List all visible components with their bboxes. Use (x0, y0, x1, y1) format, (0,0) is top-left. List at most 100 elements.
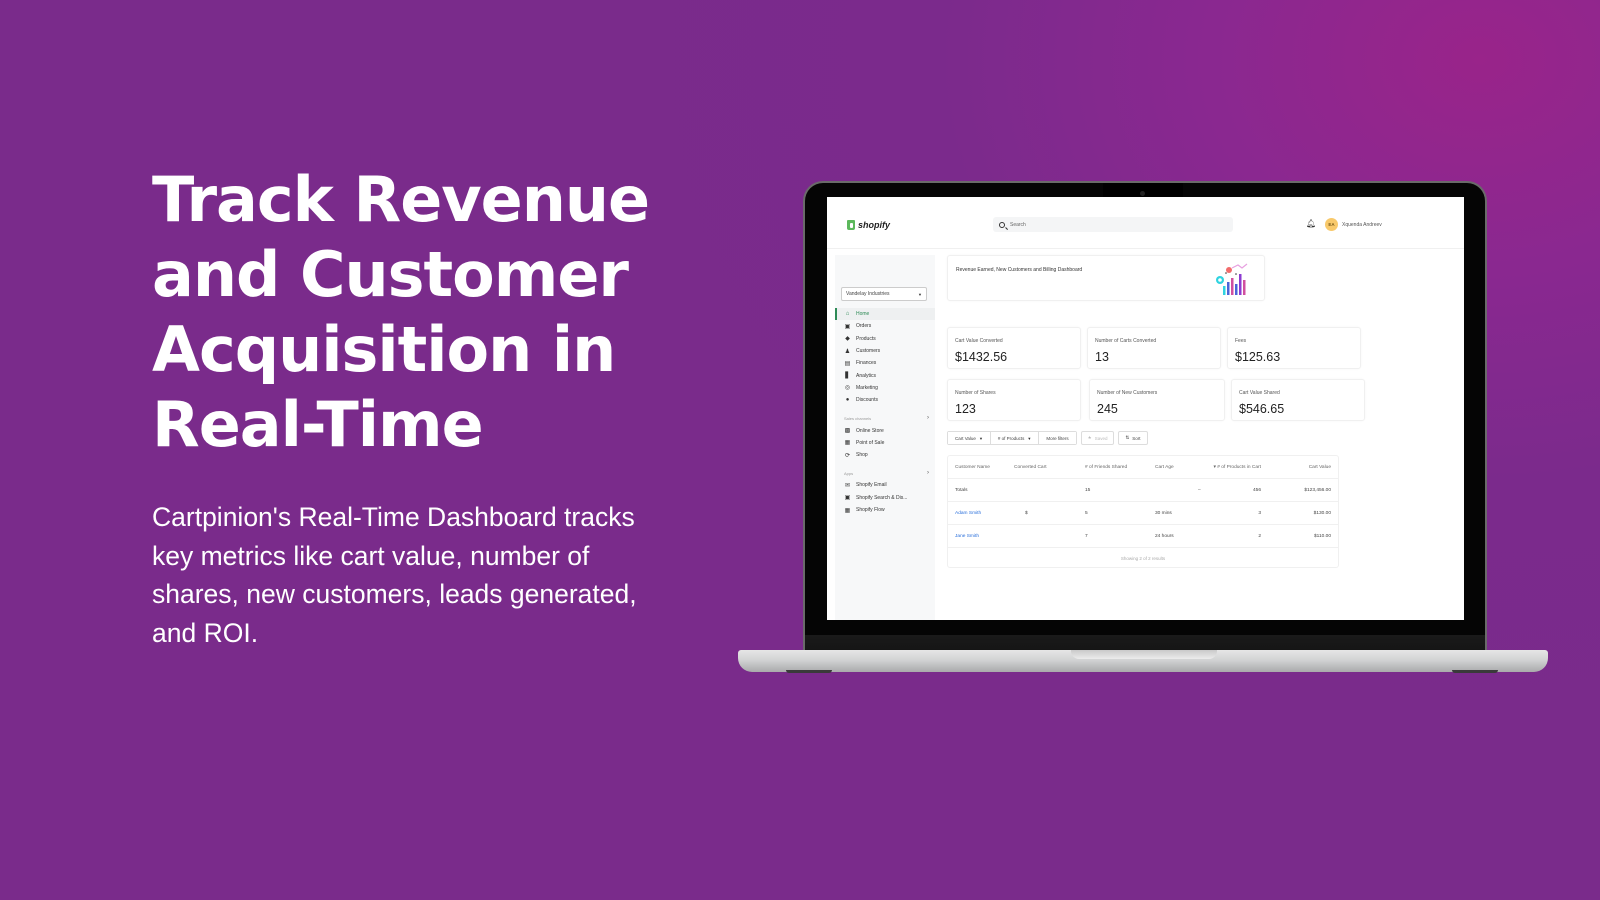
metric-value: 123 (955, 402, 976, 416)
camera-icon (1140, 191, 1145, 196)
chevron-down-icon: ▼ (918, 291, 922, 297)
inbox-icon: ▣ (844, 323, 851, 330)
email-icon: ✉ (844, 482, 851, 489)
sales-channels-header[interactable]: Sales channels › (835, 412, 935, 424)
filter-label: # of Products (997, 435, 1025, 441)
filter-label: More filters (1046, 435, 1069, 441)
customer-name-link[interactable]: Jane Smith (955, 534, 979, 539)
metric-card-carts-converted: Number of Carts Converted 13 (1087, 327, 1221, 369)
dashboard-banner: Revenue Earned, New Customers and Billin… (947, 255, 1265, 301)
metric-card-shares: Number of Shares 123 (947, 379, 1081, 421)
avatar[interactable]: EA (1325, 218, 1338, 231)
hero-description: Cartpinion's Real-Time Dashboard tracks … (152, 502, 637, 648)
search-icon (999, 221, 1005, 228)
metric-label: Number of New Customers (1097, 390, 1158, 396)
sidebar-item-shopify-email[interactable]: ✉ Shopify Email (835, 479, 935, 491)
sidebar-item-label: Discounts (856, 397, 878, 404)
tag-icon: ◆ (845, 336, 850, 343)
store-icon: ▩ (844, 428, 851, 435)
search-app-icon: ▣ (844, 495, 851, 502)
customers-table: Customer Name Converted Cart # of Friend… (947, 455, 1339, 568)
sidebar-item-point-of-sale[interactable]: ▦ Point of Sale (835, 437, 935, 449)
headline-line: Acquisition in (152, 313, 616, 386)
totals-age: – (1198, 488, 1201, 493)
table-footer: Showing 2 of 2 results (1120, 556, 1166, 561)
sidebar-item-label: Shopify Email (856, 482, 887, 489)
sort-button[interactable]: ⇅ Sort (1118, 431, 1148, 445)
sidebar-item-home[interactable]: ⌂ Home (835, 308, 935, 321)
laptop-foot (786, 670, 832, 673)
sidebar-item-label: Point of Sale (856, 439, 885, 446)
search-input[interactable]: Search (993, 217, 1233, 232)
filter-bar: Cart Value ▼ # of Products ▼ More filter… (947, 431, 1148, 445)
metric-label: Number of Shares (955, 390, 996, 396)
chevron-down-icon: ▼ (978, 435, 983, 441)
sidebar-item-shopify-search[interactable]: ▣ Shopify Search & Dis... (835, 492, 935, 504)
column-header[interactable]: Customer Name (955, 465, 990, 470)
column-header[interactable]: Cart Age (1155, 465, 1174, 470)
cart-value: $110.00 (1314, 534, 1331, 539)
metric-value: 245 (1097, 402, 1118, 416)
metric-label: Cart Value Converted (955, 338, 1003, 344)
metric-value: $1432.56 (955, 350, 1008, 364)
laptop-base (738, 650, 1548, 672)
sidebar-item-shopify-flow[interactable]: ▦ Shopify Flow (835, 504, 935, 516)
sidebar-item-label: Marketing (856, 384, 878, 391)
sidebar-item-marketing[interactable]: ◎ Marketing (835, 382, 935, 394)
person-icon: ♟ (844, 348, 851, 355)
chevron-right-icon: › (927, 470, 929, 477)
sidebar-item-finances[interactable]: ▤ Finances (835, 357, 935, 369)
sidebar-item-discounts[interactable]: ● Discounts (835, 394, 935, 406)
bell-icon[interactable]: 🔔︎ (1306, 219, 1316, 228)
store-selector[interactable]: Vandelay Industries ▼ (841, 287, 927, 301)
products-in-cart: 3 (1258, 511, 1261, 516)
shopify-logo[interactable]: shopify (847, 220, 890, 230)
section-label: Apps (844, 470, 854, 476)
column-header[interactable]: Converted Cart (1014, 465, 1047, 470)
app-topbar: shopify Search 🔔︎ EA Xquenda Andreev (827, 197, 1464, 249)
num-products-filter[interactable]: # of Products ▼ (990, 432, 1040, 444)
button-label: Saved (1094, 435, 1108, 441)
products-in-cart: 2 (1258, 534, 1261, 539)
sidebar-item-shop[interactable]: ⟳ Shop (835, 449, 935, 461)
sidebar-item-label: Customers (856, 348, 881, 355)
pos-icon: ▦ (844, 440, 851, 447)
metric-value: 13 (1095, 350, 1109, 364)
search-placeholder: Search (1010, 221, 1026, 228)
metric-label: Fees (1235, 338, 1247, 344)
store-name: Vandelay Industries (846, 291, 890, 297)
table-header-row: Customer Name Converted Cart # of Friend… (948, 456, 1338, 479)
sidebar-item-analytics[interactable]: ▋ Analytics (835, 369, 935, 381)
sidebar-item-label: Online Store (856, 427, 884, 434)
column-header[interactable]: Cart Value (1309, 465, 1331, 470)
flow-icon: ▦ (844, 507, 851, 514)
analytics-illustration-icon (1216, 263, 1248, 295)
bank-icon: ▤ (844, 360, 851, 367)
section-label: Sales channels (844, 415, 872, 421)
sidebar-item-customers[interactable]: ♟ Customers (835, 345, 935, 357)
sidebar-item-orders[interactable]: ▣ Orders (835, 320, 935, 332)
metric-label: Cart Value Shared (1239, 390, 1280, 396)
sidebar-item-products[interactable]: ◆ Products (835, 333, 935, 345)
apps-header[interactable]: Apps › (835, 467, 935, 479)
user-name[interactable]: Xquenda Andreev (1342, 222, 1382, 228)
sidebar-item-label: Products (856, 335, 876, 342)
sidebar-item-label: Shop (856, 452, 868, 459)
customer-name-link[interactable]: Adam Smith (955, 511, 981, 516)
sidebar-item-label: Home (856, 311, 870, 318)
cart-value-filter[interactable]: Cart Value ▼ (948, 432, 991, 444)
more-filters-button[interactable]: More filters (1039, 432, 1076, 444)
sort-icon: ⇅ (1125, 435, 1130, 440)
laptop-opening-notch (1071, 650, 1217, 659)
sidebar-item-online-store[interactable]: ▩ Online Store (835, 424, 935, 436)
sidebar-item-label: Analytics (856, 372, 877, 379)
column-header-sorted[interactable]: ▾ # of Products in Cart (1214, 465, 1261, 470)
sidebar-item-label: Shopify Flow (856, 507, 885, 513)
saved-button[interactable]: ★ Saved (1080, 431, 1115, 445)
column-header[interactable]: # of Friends Shared (1085, 465, 1127, 470)
metric-card-cart-value-converted: Cart Value Converted $1432.56 (947, 327, 1081, 369)
sidebar-item-label: Finances (856, 360, 877, 367)
shopping-bag-icon (847, 220, 855, 230)
friends-shared: 5 (1085, 511, 1088, 516)
cart-age: 24 hours (1155, 534, 1174, 539)
